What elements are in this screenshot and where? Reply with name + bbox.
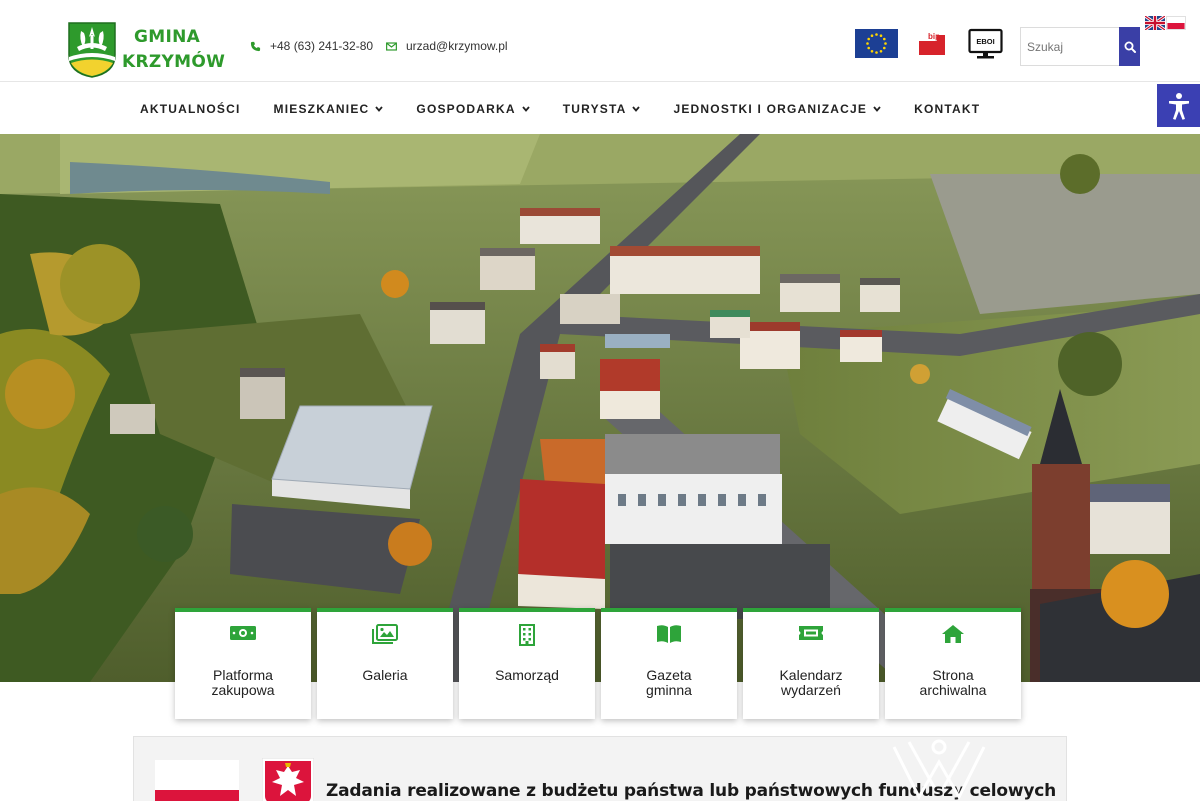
- quick-link-label: Galeria: [321, 668, 449, 683]
- logo-line-2: KRZYMÓW: [122, 51, 226, 72]
- eboi-label: EBOI: [976, 37, 994, 46]
- quick-link-label-line1: Strona: [932, 667, 974, 683]
- site-logo[interactable]: GMINA KRZYMÓW: [67, 21, 225, 78]
- building-icon: [459, 624, 595, 646]
- logo-line-1: GMINA: [134, 26, 201, 47]
- nav-item-label: JEDNOSTKI I ORGANIZACJE: [673, 102, 868, 116]
- phone-number: +48 (63) 241-32-80: [270, 39, 374, 53]
- quick-link-label: Strona archiwalna: [889, 668, 1017, 698]
- bip-label: bip: [928, 32, 940, 41]
- bip-logo-icon: bip: [919, 31, 945, 55]
- eu-stars-icon: [866, 33, 887, 54]
- quick-link-label: Gazeta gminna: [605, 668, 733, 698]
- main-navigation: AKTUALNOŚCI MIESZKANIEC GOSPODARKA TURYSTA J…: [0, 82, 1200, 134]
- quick-links: Platforma zakupowa Galeria Samorząd Gazeta gm…: [175, 608, 1027, 719]
- quick-link-tile[interactable]: Gazeta gminna: [601, 608, 737, 719]
- quick-link-tile[interactable]: Strona archiwalna: [885, 608, 1021, 719]
- nav-item-aktualności[interactable]: AKTUALNOŚCI: [140, 102, 241, 116]
- search-icon: [1124, 41, 1136, 53]
- nav-item-label: GOSPODARKA: [416, 102, 516, 116]
- quick-link-label-line1: Gazeta: [646, 667, 692, 683]
- nav-item-kontakt[interactable]: KONTAKT: [914, 102, 980, 116]
- language-polish-flag-icon[interactable]: [1166, 16, 1186, 30]
- language-english-flag-icon[interactable]: [1145, 16, 1165, 30]
- nav-item-label: KONTAKT: [914, 102, 981, 116]
- quick-link-label-line2: wydarzeń: [781, 682, 841, 698]
- state-budget-banner[interactable]: Zadania realizowane z budżetu państwa lu…: [133, 736, 1067, 801]
- crest-icon: [68, 22, 116, 78]
- chevron-down-icon: [375, 104, 384, 114]
- polish-flag-icon: [155, 760, 239, 801]
- quick-link-label-line1: Platforma: [213, 667, 273, 683]
- eu-flag-link[interactable]: [855, 29, 898, 58]
- search-button[interactable]: [1119, 27, 1140, 66]
- email-address: urzad@krzymow.pl: [406, 39, 508, 53]
- chevron-down-icon: [873, 104, 881, 114]
- quick-link-label-line1: Kalendarz: [779, 667, 843, 683]
- chevron-down-icon: [522, 104, 530, 114]
- phone-link[interactable]: +48 (63) 241-32-80: [250, 39, 373, 53]
- quick-link-label-line2: zakupowa: [211, 682, 275, 698]
- quick-link-label-line2: archiwalna: [919, 682, 987, 698]
- ticket-icon: [743, 624, 879, 646]
- decorative-ornament-icon: [892, 739, 986, 801]
- hero-aerial-photo: [0, 134, 1200, 682]
- quick-link-label: Samorząd: [463, 668, 591, 683]
- nav-item-label: TURYSTA: [562, 102, 627, 116]
- email-link[interactable]: urzad@krzymow.pl: [386, 39, 508, 53]
- quick-link-label-line2: gminna: [646, 682, 692, 698]
- quick-link-label: Kalendarz wydarzeń: [747, 668, 875, 698]
- nav-item-turysta[interactable]: TURYSTA: [563, 102, 641, 116]
- nav-item-jednostki-i-organizacje[interactable]: JEDNOSTKI I ORGANIZACJE: [673, 102, 881, 116]
- search-input[interactable]: [1020, 27, 1119, 66]
- quick-link-tile[interactable]: Platforma zakupowa: [175, 608, 311, 719]
- quick-link-label-line1: Galeria: [362, 667, 408, 683]
- nav-item-mieszkaniec[interactable]: MIESZKANIEC: [274, 102, 384, 116]
- money-icon: [175, 624, 311, 646]
- book-icon: [601, 624, 737, 646]
- envelope-icon: [386, 41, 397, 51]
- nav-item-label: MIESZKANIEC: [273, 102, 370, 116]
- quick-link-label: Platforma zakupowa: [179, 668, 307, 698]
- nav-item-gospodarka[interactable]: GOSPODARKA: [416, 102, 530, 116]
- top-bar: GMINA KRZYMÓW +48 (63) 241-32-80 urzad@k…: [0, 0, 1200, 82]
- accessibility-icon: [1168, 92, 1189, 120]
- home-icon: [885, 624, 1021, 646]
- polish-eagle-emblem-icon: [262, 758, 314, 801]
- hero-image: [0, 134, 1200, 682]
- chevron-down-icon: [632, 104, 641, 114]
- phone-icon: [250, 41, 261, 51]
- bip-link[interactable]: bip: [917, 27, 947, 59]
- quick-link-tile[interactable]: Kalendarz wydarzeń: [743, 608, 879, 719]
- monitor-icon: EBOI: [968, 28, 1003, 59]
- quick-link-tile[interactable]: Samorząd: [459, 608, 595, 719]
- quick-link-label-line1: Samorząd: [495, 667, 559, 683]
- images-icon: [317, 624, 453, 646]
- accessibility-button[interactable]: [1157, 84, 1200, 127]
- eboi-link[interactable]: EBOI: [968, 27, 1003, 61]
- quick-link-tile[interactable]: Galeria: [317, 608, 453, 719]
- nav-item-label: AKTUALNOŚCI: [140, 102, 241, 116]
